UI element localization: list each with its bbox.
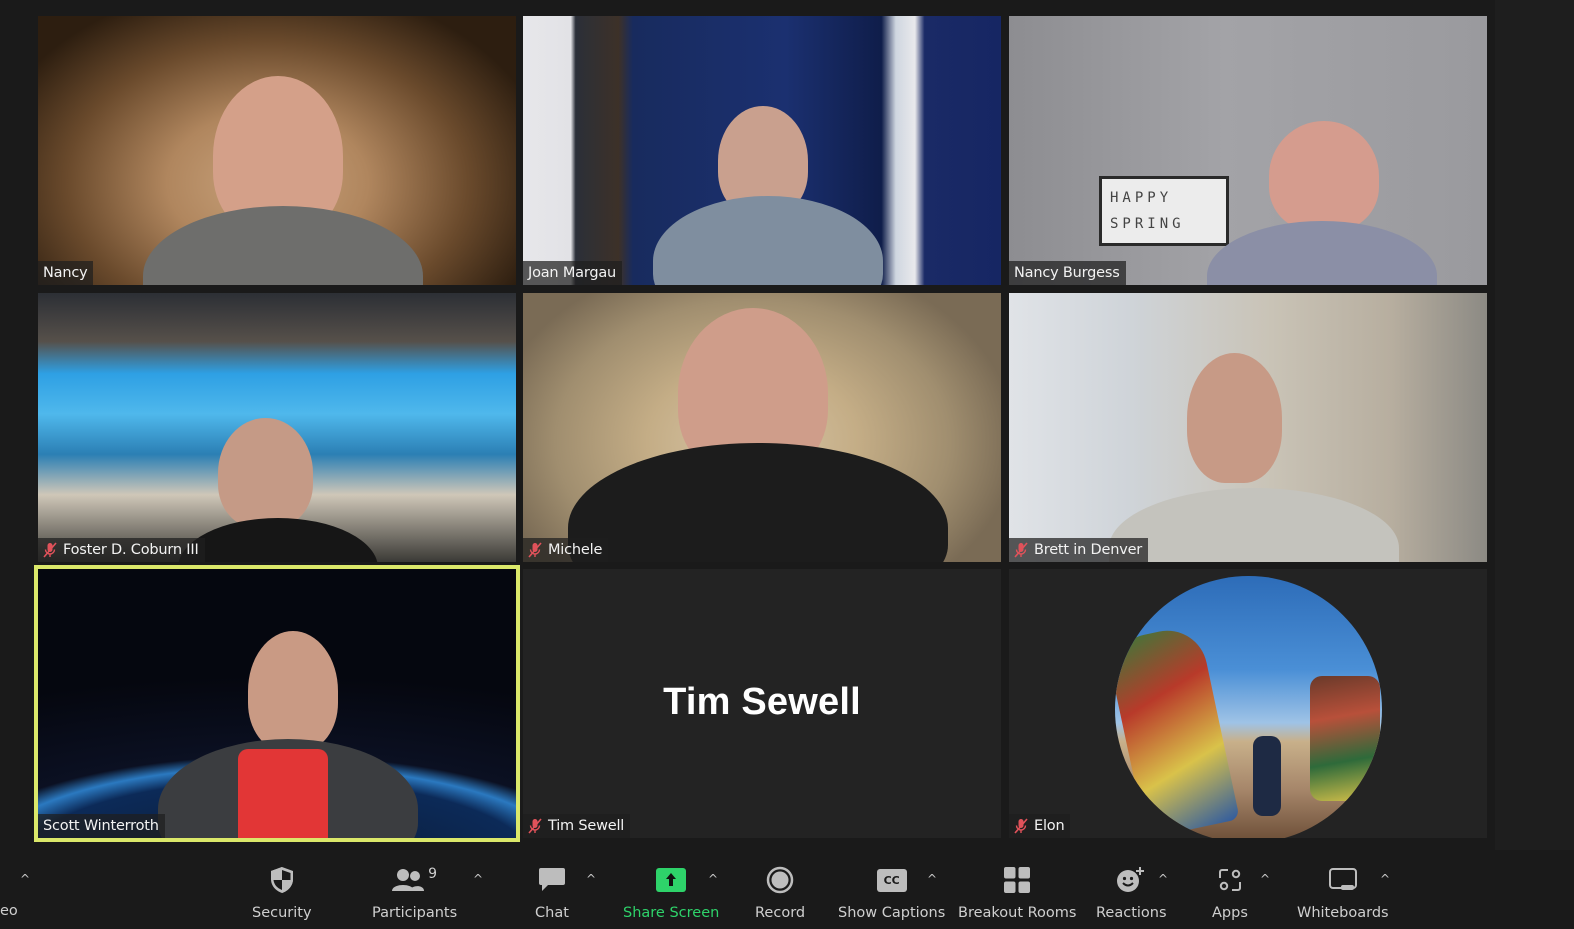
record-label: Record bbox=[755, 905, 806, 921]
participant-video-body bbox=[1207, 221, 1437, 285]
participant-name: Elon bbox=[1034, 818, 1065, 834]
record-button[interactable]: Record bbox=[755, 864, 805, 921]
avatar-art bbox=[1115, 623, 1240, 838]
video-tile-brett-in-denver[interactable]: Brett in Denver bbox=[1009, 293, 1487, 562]
participant-video-body bbox=[1109, 488, 1399, 562]
avatar-art bbox=[1310, 676, 1380, 801]
participant-name: Joan Margau bbox=[528, 265, 617, 281]
participant-video-body bbox=[178, 518, 378, 562]
participant-shirt bbox=[238, 749, 328, 838]
participants-options-caret[interactable]: ^ bbox=[471, 873, 485, 885]
chat-bubble-icon bbox=[538, 868, 565, 891]
participant-name: Scott Winterroth bbox=[43, 818, 159, 834]
whiteboards-label: Whiteboards bbox=[1297, 905, 1389, 921]
participant-count: 9 bbox=[428, 866, 438, 882]
avatar bbox=[1115, 576, 1382, 838]
record-icon bbox=[766, 866, 794, 894]
video-gallery: Nancy Joan Margau HAPPY SPRING Nancy Bur… bbox=[0, 0, 1574, 850]
share-screen-button[interactable]: Share Screen bbox=[623, 864, 719, 921]
whiteboards-options-caret[interactable]: ^ bbox=[1378, 873, 1392, 885]
participant-display-name: Tim Sewell bbox=[663, 681, 861, 723]
emoji-plus-icon bbox=[1117, 867, 1145, 892]
video-tile-nancy-burgess[interactable]: HAPPY SPRING Nancy Burgess bbox=[1009, 16, 1487, 285]
name-tag: Brett in Denver bbox=[1009, 538, 1149, 562]
sign-line: HAPPY bbox=[1110, 190, 1173, 206]
background-sign: HAPPY SPRING bbox=[1099, 176, 1229, 246]
chat-options-caret[interactable]: ^ bbox=[584, 873, 598, 885]
name-tag: Michele bbox=[523, 538, 609, 562]
participants-label: Participants bbox=[372, 905, 458, 921]
apps-options-caret[interactable]: ^ bbox=[1258, 873, 1272, 885]
participant-video bbox=[1269, 121, 1379, 231]
video-tile-elon[interactable]: Elon bbox=[1009, 569, 1487, 838]
participant-name: Michele bbox=[548, 542, 603, 558]
name-tag: Elon bbox=[1009, 814, 1071, 838]
apps-icon bbox=[1218, 869, 1241, 891]
participants-button[interactable]: 9 Participants bbox=[372, 864, 457, 921]
apps-button[interactable]: Apps bbox=[1212, 864, 1248, 921]
grid-icon bbox=[1004, 867, 1031, 893]
participant-video-body bbox=[143, 206, 423, 285]
name-tag: Scott Winterroth bbox=[38, 814, 165, 838]
breakout-rooms-button[interactable]: Breakout Rooms bbox=[958, 864, 1076, 921]
name-tag: Nancy Burgess bbox=[1009, 261, 1126, 285]
participant-name: Brett in Denver bbox=[1034, 542, 1143, 558]
reactions-options-caret[interactable]: ^ bbox=[1156, 873, 1170, 885]
participant-video-body bbox=[568, 443, 948, 562]
whiteboards-button[interactable]: Whiteboards bbox=[1297, 864, 1389, 921]
video-tile-tim-sewell[interactable]: Tim Sewell Tim Sewell bbox=[523, 569, 1001, 838]
video-tile-nancy[interactable]: Nancy bbox=[38, 16, 516, 285]
video-tile-michele[interactable]: Michele bbox=[523, 293, 1001, 562]
participant-name: Nancy Burgess bbox=[1014, 265, 1120, 281]
share-arrow-icon bbox=[656, 868, 687, 892]
shield-icon bbox=[270, 867, 293, 893]
mic-muted-icon bbox=[1014, 542, 1028, 558]
share-screen-label: Share Screen bbox=[623, 905, 720, 921]
meeting-toolbar: eo ^ Security 9 Participants ^ Chat ^ Sh… bbox=[0, 850, 1574, 929]
mic-muted-icon bbox=[1014, 818, 1028, 834]
video-tile-foster-coburn[interactable]: Foster D. Coburn III bbox=[38, 293, 516, 562]
cc-icon: CC bbox=[876, 868, 907, 892]
name-tag: Tim Sewell bbox=[523, 814, 631, 838]
apps-label: Apps bbox=[1212, 905, 1248, 921]
participant-name: Foster D. Coburn III bbox=[63, 542, 199, 558]
mic-muted-icon bbox=[528, 818, 542, 834]
sign-line: SPRING bbox=[1110, 216, 1185, 232]
security-button[interactable]: Security bbox=[252, 864, 312, 921]
video-tile-joan-margau[interactable]: Joan Margau bbox=[523, 16, 1001, 285]
captions-options-caret[interactable]: ^ bbox=[925, 873, 939, 885]
side-gutter bbox=[1495, 0, 1574, 850]
avatar-person bbox=[1253, 736, 1281, 816]
participant-name: Tim Sewell bbox=[548, 818, 625, 834]
share-screen-options-caret[interactable]: ^ bbox=[706, 873, 720, 885]
participant-video bbox=[1187, 353, 1282, 483]
reactions-button[interactable]: Reactions bbox=[1096, 864, 1167, 921]
name-tag: Joan Margau bbox=[523, 261, 623, 285]
whiteboard-icon bbox=[1328, 868, 1357, 890]
name-tag: Nancy bbox=[38, 261, 94, 285]
chat-label: Chat bbox=[535, 905, 569, 921]
video-button-label-partial[interactable]: eo bbox=[0, 903, 18, 919]
mic-muted-icon bbox=[43, 542, 57, 558]
reactions-label: Reactions bbox=[1096, 905, 1167, 921]
show-captions-label: Show Captions bbox=[838, 905, 946, 921]
participant-video-body bbox=[653, 196, 883, 285]
mic-muted-icon bbox=[528, 542, 542, 558]
name-tag: Foster D. Coburn III bbox=[38, 538, 205, 562]
participants-icon bbox=[392, 869, 425, 891]
video-options-caret[interactable]: ^ bbox=[18, 873, 32, 885]
participant-video bbox=[218, 418, 313, 528]
participant-video bbox=[248, 631, 338, 751]
chat-button[interactable]: Chat bbox=[535, 864, 569, 921]
breakout-rooms-label: Breakout Rooms bbox=[958, 905, 1077, 921]
video-tile-scott-winterroth[interactable]: Scott Winterroth bbox=[34, 565, 520, 842]
security-label: Security bbox=[252, 905, 312, 921]
participant-name: Nancy bbox=[43, 265, 88, 281]
